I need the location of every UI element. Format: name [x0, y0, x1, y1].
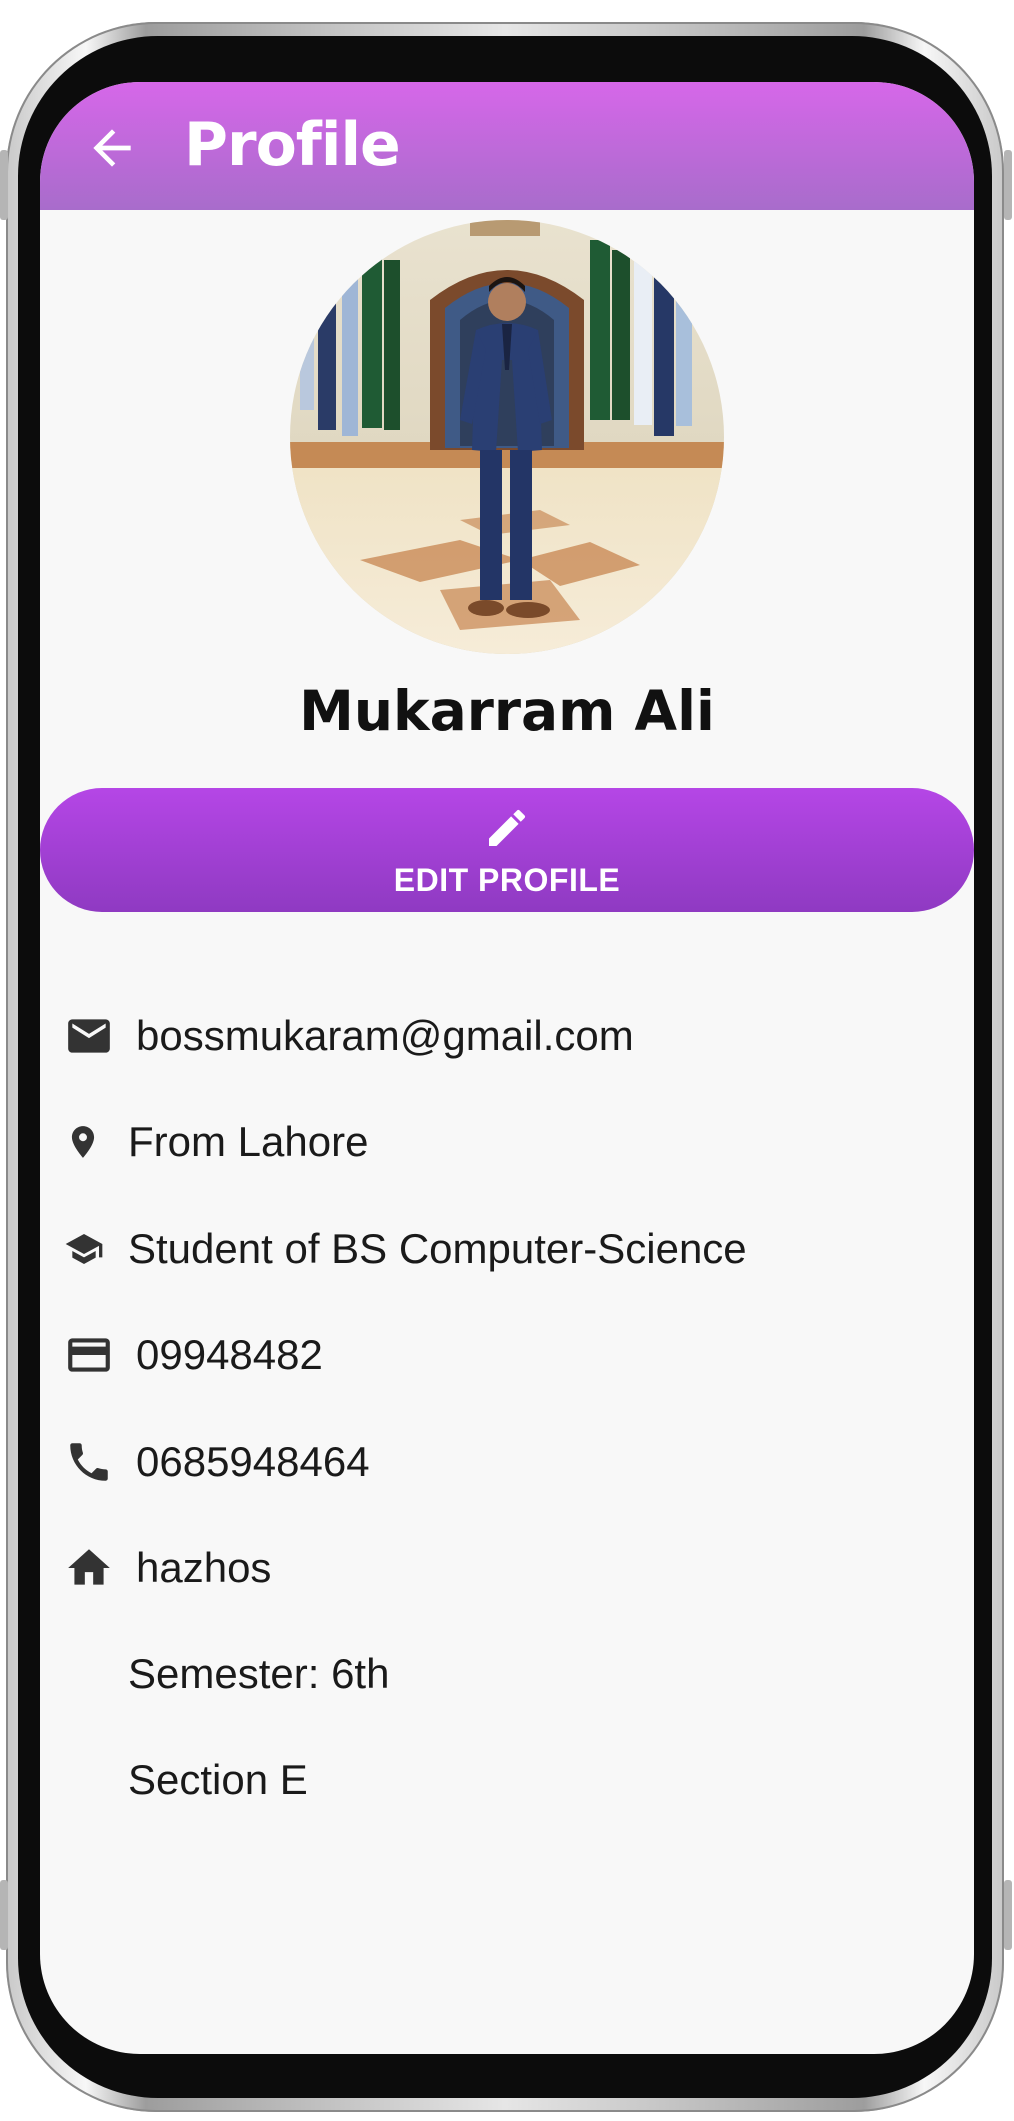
- email-icon: [68, 1019, 110, 1053]
- phone-row: 0685948464: [64, 1432, 370, 1492]
- edit-profile-button[interactable]: EDIT PROFILE: [40, 788, 974, 912]
- profile-avatar[interactable]: [290, 220, 724, 654]
- back-button[interactable]: [84, 120, 140, 176]
- semester-text: Semester: 6th: [128, 1650, 390, 1697]
- section-text: Section E: [128, 1756, 308, 1803]
- home-icon: [68, 1549, 110, 1585]
- credit-card-icon: [68, 1338, 110, 1372]
- email-text: bossmukaram@gmail.com: [136, 1012, 634, 1059]
- edit-profile-label: EDIT PROFILE: [393, 862, 621, 898]
- profile-name: Mukarram Ali: [299, 679, 715, 743]
- phone-side-button: [1004, 1880, 1012, 1950]
- email-row: bossmukaram@gmail.com: [64, 1006, 634, 1066]
- education-row: Student of BS Computer-Science: [64, 1219, 747, 1279]
- location-pin-icon: [71, 1126, 95, 1158]
- profile-photo: [290, 220, 724, 654]
- residence-row: hazhos: [64, 1538, 271, 1598]
- section-row: Section E: [128, 1750, 308, 1810]
- location-row: From Lahore: [64, 1112, 368, 1172]
- location-text: From Lahore: [128, 1118, 369, 1165]
- id-row: 09948482: [64, 1325, 323, 1385]
- graduation-cap-icon: [65, 1234, 103, 1264]
- app-bar: Profile: [40, 82, 974, 210]
- arrow-left-icon: [93, 129, 131, 167]
- phone-side-button: [0, 150, 8, 220]
- phone-text: 0685948464: [136, 1438, 370, 1485]
- id-number-text: 09948482: [136, 1331, 323, 1378]
- phone-icon: [70, 1443, 108, 1481]
- page-title: Profile: [184, 110, 401, 180]
- app-screen: Profile Mukarram Ali EDIT PROFILE bossmu…: [40, 82, 974, 2054]
- semester-row: Semester: 6th: [128, 1644, 389, 1704]
- phone-side-button: [1004, 150, 1012, 220]
- education-text: Student of BS Computer-Science: [128, 1225, 747, 1272]
- pencil-icon: [489, 809, 526, 846]
- residence-text: hazhos: [136, 1544, 272, 1591]
- phone-side-button: [0, 1880, 8, 1950]
